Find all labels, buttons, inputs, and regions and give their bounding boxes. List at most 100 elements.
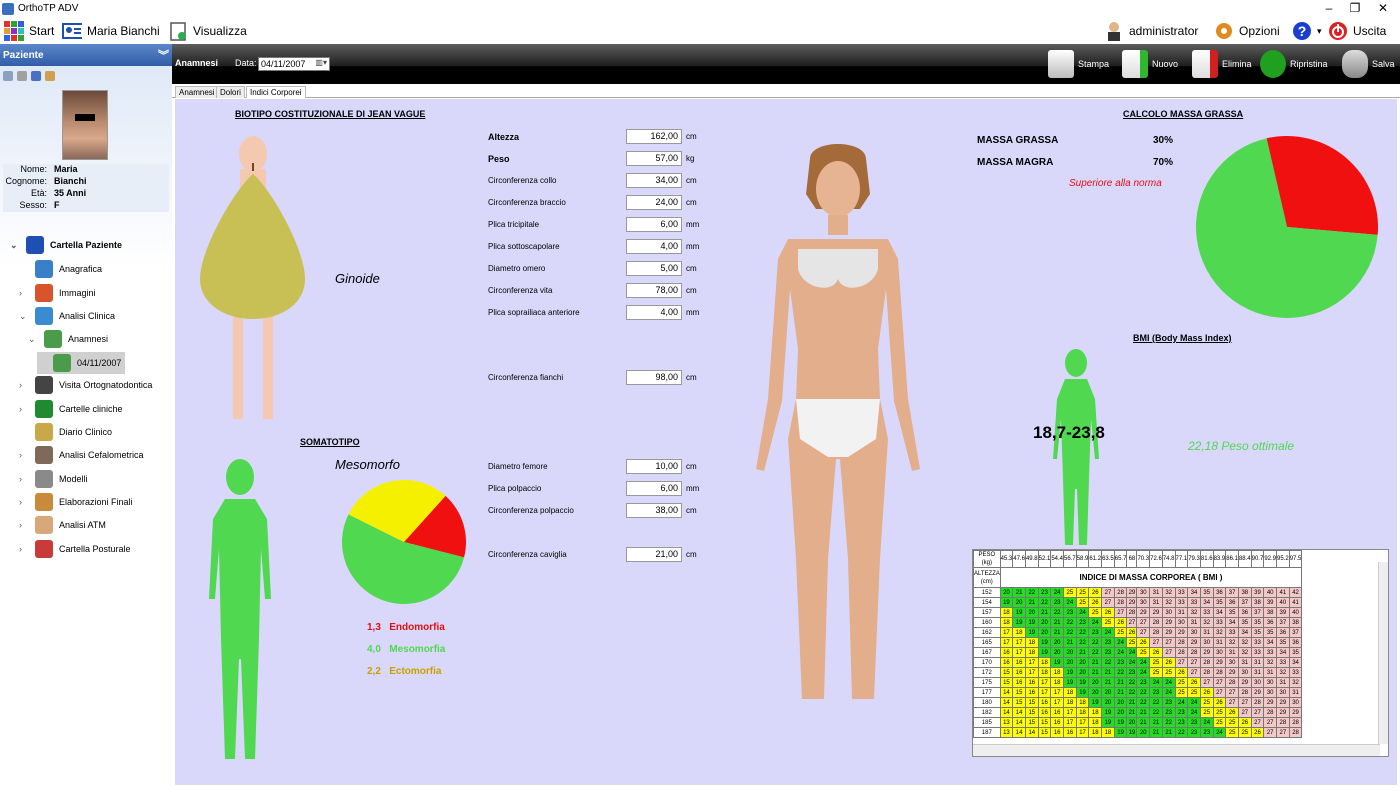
expand-icon[interactable]: ⌄ [19, 311, 29, 322]
tool-icon[interactable] [17, 71, 27, 81]
tree-item[interactable]: Diario Clinico [19, 421, 112, 443]
close-button[interactable]: ✕ [1368, 0, 1398, 18]
bmi-table[interactable]: PESO (kg) 45.3 47.6 49.8 52.1 54.4 56.7 58.9 61.… [972, 549, 1389, 757]
tree-item[interactable]: ⌄ Anamnesi [28, 328, 108, 350]
collapse-icon[interactable]: ︾ [158, 47, 169, 63]
field-input[interactable]: 34,00 [626, 173, 682, 188]
help-dropdown-icon[interactable]: ▾ [1317, 26, 1322, 37]
expand-icon[interactable]: › [19, 474, 29, 484]
start-menu[interactable]: Start [4, 18, 54, 44]
tree-item[interactable]: › Elaborazioni Finali [19, 491, 133, 513]
expand-icon[interactable]: › [19, 380, 29, 390]
bmi-cell: 18 [1088, 707, 1103, 718]
bmi-height-header: 177 [973, 687, 1001, 698]
tree-item[interactable]: ⌄ Cartella Paziente [10, 234, 122, 256]
expand-icon[interactable]: ⌄ [28, 334, 38, 345]
help-button[interactable]: ? ▾ [1292, 18, 1322, 44]
date-picker[interactable]: 04/11/2007 ▥▾ [258, 57, 330, 71]
save-button[interactable]: Salva [1342, 48, 1395, 80]
bmi-cell: 29 [1250, 687, 1265, 698]
tool-icon[interactable] [31, 71, 41, 81]
bmi-cell: 27 [1101, 597, 1115, 608]
patient-menu[interactable]: Maria Bianchi [62, 18, 160, 44]
restore-data-button[interactable]: Ripristina [1260, 48, 1328, 80]
expand-icon[interactable]: › [19, 450, 29, 460]
field-input[interactable]: 21,00 [626, 547, 682, 562]
bmi-cell: 20 [1050, 637, 1064, 648]
bmi-cell: 22 [1075, 637, 1090, 648]
expand-icon[interactable]: › [19, 288, 29, 298]
new-button[interactable]: Nuovo [1122, 48, 1178, 80]
field-input[interactable]: 162,00 [626, 129, 682, 144]
expand-icon[interactable]: › [19, 404, 29, 414]
expand-icon[interactable]: › [19, 497, 29, 507]
tree-item[interactable]: › Cartelle cliniche [19, 398, 123, 420]
bmi-cell: 30 [1288, 697, 1303, 708]
tree-item[interactable]: › Modelli [19, 468, 88, 490]
field-label: Peso [488, 154, 510, 164]
field-input[interactable]: 78,00 [626, 283, 682, 298]
field-input[interactable]: 10,00 [626, 459, 682, 474]
bmi-cell: 27 [1126, 617, 1138, 628]
bmi-cell: 23 [1161, 697, 1176, 708]
bmi-cell: 18 [1088, 717, 1103, 728]
expand-icon[interactable]: ⌄ [10, 240, 20, 251]
horizontal-scrollbar[interactable] [973, 744, 1380, 756]
field-input[interactable]: 5,00 [626, 261, 682, 276]
bmi-cell: 37 [1276, 617, 1290, 628]
bmi-cell: 29 [1263, 697, 1277, 708]
field-input[interactable]: 38,00 [626, 503, 682, 518]
tree-item[interactable]: ⌄ Analisi Clinica [19, 305, 115, 327]
bmi-cell: 30 [1187, 627, 1201, 638]
biotipo-title: BIOTIPO COSTITUZIONALE DI JEAN VAGUE [235, 109, 426, 119]
vertical-scrollbar[interactable] [1378, 562, 1388, 744]
field-input[interactable]: 4,00 [626, 305, 682, 320]
restore-button[interactable]: ❐ [1340, 0, 1370, 18]
bmi-cell: 22 [1037, 597, 1052, 608]
print-button[interactable]: Stampa [1048, 48, 1109, 80]
tab-indici-corporei[interactable]: Indici Corporei [246, 86, 306, 98]
field-input[interactable]: 6,00 [626, 481, 682, 496]
bmi-cell: 24 [1050, 587, 1064, 598]
view-menu[interactable]: Visualizza [168, 18, 247, 44]
tree-item-label: Cartella Paziente [50, 240, 123, 250]
delete-button[interactable]: Elimina [1192, 48, 1252, 80]
tree-item[interactable]: › Immagini [19, 282, 96, 304]
bmi-cell: 19 [1113, 727, 1128, 738]
bmi-cell: 27 [1263, 717, 1277, 728]
options-menu[interactable]: Opzioni [1214, 18, 1280, 44]
bmi-weight-header: 97.5 [1288, 550, 1303, 568]
bmi-cell: 22 [1149, 697, 1163, 708]
field-input[interactable]: 24,00 [626, 195, 682, 210]
tree-item[interactable]: › Analisi Cefalometrica [19, 444, 144, 466]
bmi-cell: 27 [1149, 637, 1163, 648]
tree-item[interactable]: 04/11/2007 [37, 352, 126, 374]
exit-menu[interactable]: Uscita [1328, 18, 1386, 44]
field-input[interactable]: 6,00 [626, 217, 682, 232]
bmi-cell: 14 [1024, 727, 1039, 738]
tool-icon[interactable] [45, 71, 55, 81]
calendar-icon[interactable]: ▥▾ [315, 58, 327, 67]
bmi-cell: 16 [1012, 657, 1026, 668]
field-input[interactable]: 4,00 [626, 239, 682, 254]
tab-dolori[interactable]: Dolori [216, 86, 245, 98]
bmi-cell: 36 [1225, 597, 1239, 608]
bmi-cell: 24 [1126, 647, 1138, 658]
expand-icon[interactable]: › [19, 544, 29, 554]
tree-item[interactable]: Anagrafica [19, 258, 102, 280]
tool-icon[interactable] [3, 71, 13, 81]
tree-item[interactable]: › Analisi ATM [19, 514, 106, 536]
tree-item[interactable]: › Cartella Posturale [19, 538, 131, 560]
field-input[interactable]: 98,00 [626, 370, 682, 385]
bmi-cell: 24 [1136, 657, 1151, 668]
tree-node-icon [35, 284, 53, 302]
patient-panel-header[interactable]: Paziente ︾ [0, 44, 172, 66]
tree-item[interactable]: › Visita Ortognatodontica [19, 374, 152, 396]
bmi-cell: 30 [1136, 597, 1151, 608]
tab-anamnesi[interactable]: Anamnesi [175, 86, 219, 98]
bmi-cell: 30 [1276, 687, 1290, 698]
expand-icon[interactable]: › [19, 520, 29, 530]
bmi-cell: 38 [1263, 607, 1277, 618]
field-input[interactable]: 57,00 [626, 151, 682, 166]
admin-menu[interactable]: administrator [1104, 18, 1198, 44]
